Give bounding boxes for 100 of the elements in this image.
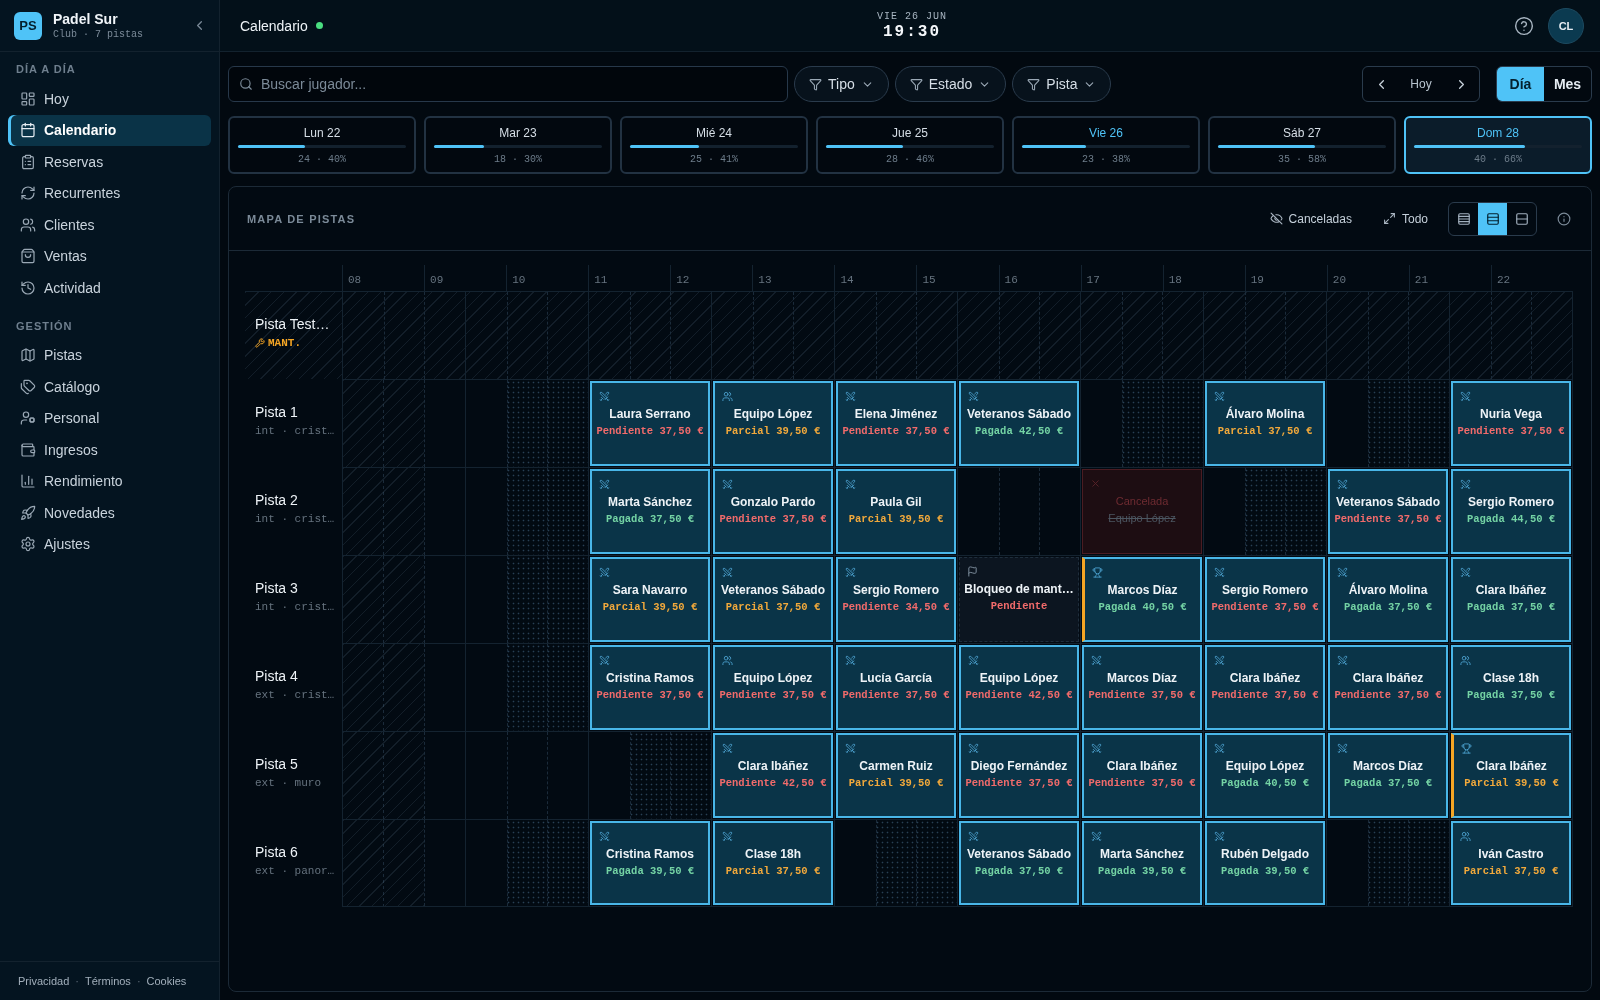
booking-card[interactable]: Equipo López Parcial 39,50 €	[713, 381, 833, 466]
booking-card[interactable]: Sara Navarro Parcial 39,50 €	[590, 557, 710, 642]
crossed-swords-icon	[845, 742, 856, 754]
day-card[interactable]: Jue 25 28 · 46%	[816, 116, 1004, 174]
nav-item[interactable]: Ventas	[8, 240, 211, 272]
dotted-free-slot[interactable]	[465, 644, 588, 731]
view-tab[interactable]: Día	[1497, 67, 1544, 101]
nav-item[interactable]: Ajustes	[8, 528, 211, 560]
nav-item[interactable]: Recurrentes	[8, 177, 211, 209]
hour-label: 21	[1414, 274, 1429, 286]
user-gear-icon	[20, 410, 36, 426]
density-button[interactable]	[1478, 202, 1507, 235]
nav-item[interactable]: Novedades	[8, 497, 211, 528]
hour-label: 16	[1004, 274, 1018, 286]
crossed-swords-icon	[722, 830, 733, 842]
filter-button[interactable]: Estado	[894, 66, 1007, 102]
hide-cancelled-button[interactable]: Canceladas	[1269, 211, 1352, 226]
booking-card[interactable]: Cristina Ramos Pendiente 37,50 €	[590, 645, 710, 730]
nav-item[interactable]: Calendario	[8, 114, 211, 146]
view-tab[interactable]: Mes	[1544, 67, 1591, 101]
help-button[interactable]	[1514, 15, 1534, 36]
booking-card[interactable]: Clara Ibáñez Parcial 39,50 €	[1451, 733, 1571, 818]
booking-card[interactable]: Carmen Ruiz Parcial 39,50 €	[836, 733, 956, 818]
user-avatar[interactable]: CL	[1548, 7, 1584, 44]
booking-card[interactable]: Paula Gil Parcial 39,50 €	[836, 469, 956, 554]
search-field[interactable]: Buscar jugador...	[228, 66, 788, 102]
booking-card[interactable]: Clara Ibáñez Pagada 37,50 €	[1451, 557, 1571, 642]
footer-link[interactable]: Cookies	[146, 975, 187, 987]
booking-card[interactable]: Clara Ibáñez Pendiente 37,50 €	[1082, 733, 1202, 818]
filter-button[interactable]: Tipo	[794, 66, 889, 102]
nav-item[interactable]: Personal	[8, 402, 211, 434]
booking-card[interactable]: Equipo López Pendiente 42,50 €	[959, 645, 1079, 730]
booking-card[interactable]: Diego Fernández Pendiente 37,50 €	[959, 733, 1079, 818]
flag-icon	[967, 565, 978, 577]
booking-card[interactable]: Marta Sánchez Pagada 39,50 €	[1082, 821, 1202, 905]
booking-card[interactable]: Cristina Ramos Pagada 39,50 €	[590, 821, 710, 905]
booking-card[interactable]: Iván Castro Parcial 37,50 €	[1451, 821, 1571, 905]
dotted-free-slot[interactable]	[1080, 380, 1203, 467]
nav-item[interactable]: Rendimiento	[8, 465, 211, 497]
booking-card[interactable]: Clara Ibáñez Pendiente 37,50 €	[1205, 645, 1325, 730]
nav-item[interactable]: Ingresos	[8, 434, 211, 465]
bag-icon	[20, 248, 36, 264]
booking-card[interactable]: Clase 18h Parcial 37,50 €	[713, 821, 833, 905]
booking-card[interactable]: Marcos Díaz Pagada 37,50 €	[1328, 733, 1448, 818]
filter-button[interactable]: Pista	[1012, 66, 1112, 102]
booking-card[interactable]: Sergio Romero Pendiente 37,50 €	[1205, 557, 1325, 642]
dotted-free-slot[interactable]	[1203, 468, 1326, 555]
booking-card[interactable]: Clara Ibáñez Pendiente 37,50 €	[1328, 645, 1448, 730]
player-name: Clara Ibáñez	[1476, 759, 1547, 774]
day-card[interactable]: Vie 26 23 · 38%	[1012, 116, 1200, 174]
payment-status: Pendiente 37,50 €	[1211, 688, 1319, 702]
booking-card[interactable]: Marcos Díaz Pagada 40,50 €	[1082, 557, 1202, 642]
dotted-free-slot[interactable]	[465, 820, 588, 906]
day-card[interactable]: Lun 22 24 · 40%	[228, 116, 416, 174]
booking-card[interactable]: Veteranos Sábado Parcial 37,50 €	[713, 557, 833, 642]
court-name: Pista 4	[255, 668, 298, 684]
booking-card[interactable]: Gonzalo Pardo Pendiente 37,50 €	[713, 469, 833, 554]
block-card[interactable]: Bloqueo de mant… Pendiente	[959, 557, 1079, 642]
day-card[interactable]: Dom 28 40 · 66%	[1404, 116, 1592, 174]
booking-card[interactable]: Sergio Romero Pendiente 34,50 €	[836, 557, 956, 642]
booking-card[interactable]: Nuria Vega Pendiente 37,50 €	[1451, 381, 1571, 466]
booking-card[interactable]: Elena Jiménez Pendiente 37,50 €	[836, 381, 956, 466]
expand-all-button[interactable]: Todo	[1382, 211, 1428, 226]
dotted-free-slot[interactable]	[465, 468, 588, 555]
nav-item[interactable]: Pistas	[8, 339, 211, 371]
dotted-free-slot[interactable]	[465, 380, 588, 467]
booking-card[interactable]: Equipo López Pagada 40,50 €	[1205, 733, 1325, 818]
booking-card[interactable]: Laura Serrano Pendiente 37,50 €	[590, 381, 710, 466]
nav-item[interactable]: Reservas	[8, 146, 211, 177]
dotted-free-slot[interactable]	[834, 820, 957, 906]
booking-card[interactable]: Equipo López Pendiente 37,50 €	[713, 645, 833, 730]
booking-card[interactable]: Lucía García Pendiente 37,50 €	[836, 645, 956, 730]
booking-card[interactable]: Álvaro Molina Parcial 37,50 €	[1205, 381, 1325, 466]
info-button[interactable]	[1557, 211, 1571, 226]
booking-card[interactable]: Veteranos Sábado Pendiente 37,50 €	[1328, 469, 1448, 554]
footer-link[interactable]: Privacidad	[18, 975, 70, 987]
dotted-free-slot[interactable]	[465, 556, 588, 643]
day-card[interactable]: Mar 23 18 · 30%	[424, 116, 612, 174]
nav-item[interactable]: Actividad	[8, 272, 211, 303]
booking-card[interactable]: Sergio Romero Pagada 44,50 €	[1451, 469, 1571, 554]
booking-card[interactable]: Clara Ibáñez Pendiente 42,50 €	[713, 733, 833, 818]
booking-card[interactable]: Rubén Delgado Pagada 39,50 €	[1205, 821, 1325, 905]
day-card[interactable]: Mié 24 25 · 41%	[620, 116, 808, 174]
club-name: Padel Sur	[53, 11, 118, 27]
booking-card[interactable]: Veteranos Sábado Pagada 37,50 €	[959, 821, 1079, 905]
footer-link[interactable]: Términos	[85, 975, 131, 987]
booking-card[interactable]: Veteranos Sábado Pagada 42,50 €	[959, 381, 1079, 466]
booking-card[interactable]: Marcos Díaz Pendiente 37,50 €	[1082, 645, 1202, 730]
payment-status: Pendiente 42,50 €	[719, 776, 827, 790]
booking-card[interactable]: Clase 18h Pagada 37,50 €	[1451, 645, 1571, 730]
day-card[interactable]: Sáb 27 35 · 58%	[1208, 116, 1396, 174]
nav-item[interactable]: Hoy	[8, 83, 211, 114]
player-name: Equipo López	[1108, 511, 1176, 525]
nav-item[interactable]: Catálogo	[8, 371, 211, 402]
booking-card[interactable]: Álvaro Molina Pagada 37,50 €	[1328, 557, 1448, 642]
dotted-free-slot[interactable]	[588, 732, 711, 819]
nav-item[interactable]: Clientes	[8, 209, 211, 240]
dotted-free-slot[interactable]	[1326, 380, 1449, 467]
booking-card[interactable]: Marta Sánchez Pagada 37,50 €	[590, 469, 710, 554]
dotted-free-slot[interactable]	[1326, 820, 1449, 906]
